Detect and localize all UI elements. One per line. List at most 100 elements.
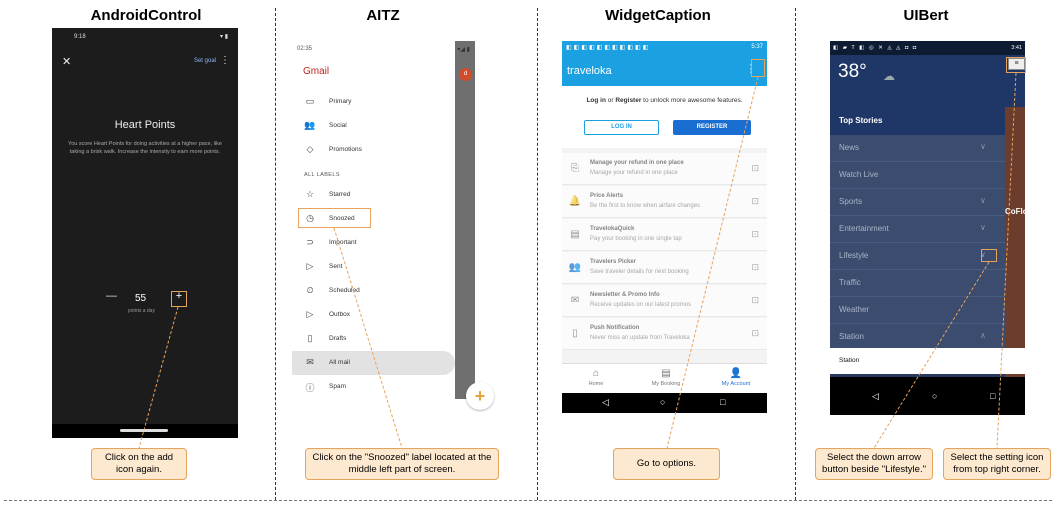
column-title-widgetcaption: WidgetCaption bbox=[605, 7, 711, 24]
drawer-item-important[interactable]: ⊃ Important bbox=[292, 231, 455, 255]
important-icon: ⊃ bbox=[306, 237, 314, 247]
tab-label: Home bbox=[588, 381, 604, 387]
instruction-callout: Click on the "Snoozed" label located at … bbox=[305, 448, 499, 480]
drawer-item-primary[interactable]: ▭ Primary bbox=[292, 90, 455, 114]
set-goal-button[interactable]: Set goal bbox=[194, 58, 216, 64]
booking-icon: ▤ bbox=[661, 368, 671, 379]
menu-item-station[interactable]: Station ∧ bbox=[830, 324, 1005, 351]
mail-icon: ✉ bbox=[306, 357, 314, 367]
instruction-callout-right: Select the setting icon from top right c… bbox=[943, 448, 1051, 480]
drawer-item-outbox[interactable]: ▷ Outbox bbox=[292, 303, 455, 327]
androidcontrol-screenshot: 9:18 ▾ ▮ ✕ Set goal ⋮ Heart Points You s… bbox=[52, 28, 238, 438]
login-link[interactable]: Log in bbox=[586, 97, 606, 104]
menu-item-label: Entertainment bbox=[839, 224, 889, 233]
drawer-item-all-mail[interactable]: ✉ All mail bbox=[292, 351, 455, 375]
more-options-icon[interactable]: ⋮ bbox=[220, 55, 230, 66]
drawer-item-starred[interactable]: ☆ Starred bbox=[292, 183, 455, 207]
mail-icon: ✉ bbox=[570, 295, 580, 306]
recents-icon[interactable]: □ bbox=[720, 397, 725, 407]
login-button[interactable]: LOG IN bbox=[584, 120, 659, 135]
menu-section-top-stories[interactable]: Top Stories bbox=[830, 107, 1005, 135]
widgetcaption-screenshot: ◧◧◧◧◧◧◧◧◧◧◧ 5:37 traveloka ⋮ Log in or R… bbox=[562, 41, 767, 413]
status-bar: ◧◧◧◧◧◧◧◧◧◧◧ 5:37 bbox=[562, 41, 767, 55]
row-subtitle: Manage your refund in one place bbox=[590, 170, 678, 176]
lock-icon: ⊡ bbox=[751, 295, 759, 305]
submenu-item-station[interactable]: Station bbox=[830, 348, 1025, 374]
menu-item-lifestyle[interactable]: Lifestyle ∨ bbox=[830, 243, 1005, 270]
menu-item-sports[interactable]: Sports ∨ bbox=[830, 189, 1005, 216]
drawer-item-label: Sent bbox=[329, 263, 343, 270]
avatar[interactable]: d bbox=[459, 68, 472, 81]
app-logo: traveloka bbox=[567, 65, 612, 77]
home-icon[interactable]: ○ bbox=[660, 397, 665, 407]
list-item[interactable]: 👥 Travelers Picker Save traveler details… bbox=[562, 252, 767, 284]
list-item[interactable]: ▤ TravelokaQuick Pay your booking in one… bbox=[562, 219, 767, 251]
bell-icon: 🔔 bbox=[568, 196, 582, 207]
lock-icon: ⊡ bbox=[751, 229, 759, 239]
add-icon-highlight bbox=[171, 291, 187, 307]
register-button[interactable]: REGISTER bbox=[673, 120, 751, 135]
drawer-item-social[interactable]: 👥 Social bbox=[292, 114, 455, 138]
drawer-item-promotions[interactable]: ◇ Promotions bbox=[292, 138, 455, 162]
heart-points-value: 55 bbox=[135, 293, 147, 304]
back-icon[interactable]: ◁ bbox=[602, 397, 609, 408]
row-title: Push Notification bbox=[590, 325, 640, 331]
list-item[interactable]: ▯ Push Notification Never miss an update… bbox=[562, 318, 767, 350]
recents-icon[interactable]: □ bbox=[990, 391, 995, 401]
drawer-item-drafts[interactable]: ▯ Drafts bbox=[292, 327, 455, 351]
drawer-item-label: Scheduled bbox=[329, 287, 360, 294]
chevron-down-icon[interactable]: ∨ bbox=[980, 196, 986, 205]
drawer-item-spam[interactable]: ⓘ Spam bbox=[292, 375, 455, 399]
login-card: Log in or Register to unlock more awesom… bbox=[562, 86, 767, 148]
page-title: Heart Points bbox=[114, 119, 176, 131]
bottom-tab-bar: ⌂ Home ▤ My Booking 👤 My Account bbox=[562, 363, 767, 393]
minus-icon[interactable]: — bbox=[106, 290, 117, 302]
register-link[interactable]: Register bbox=[615, 97, 641, 104]
column-divider bbox=[275, 8, 276, 500]
close-icon[interactable]: ✕ bbox=[62, 55, 71, 68]
refund-icon: ⎘ bbox=[571, 163, 579, 174]
chevron-up-icon[interactable]: ∧ bbox=[980, 331, 986, 340]
home-icon[interactable]: ○ bbox=[932, 391, 937, 401]
status-icons: ▾ ▮ bbox=[220, 34, 228, 40]
temperature: 38° bbox=[838, 61, 867, 82]
row-title: Manage your refund in one place bbox=[590, 160, 684, 166]
column-title-aitz: AITZ bbox=[366, 7, 400, 24]
row-subtitle: Never miss an update from Traveloka bbox=[590, 335, 690, 341]
menu-item-label: Weather bbox=[839, 305, 870, 314]
drawer-item-label: All mail bbox=[329, 359, 350, 366]
drawer-item-label: Outbox bbox=[329, 311, 350, 318]
tab-my-booking[interactable]: ▤ My Booking bbox=[636, 366, 696, 387]
chevron-down-icon[interactable]: ∨ bbox=[980, 223, 986, 232]
home-gesture-bar[interactable] bbox=[120, 429, 168, 432]
menu-icon-highlight bbox=[1006, 57, 1026, 73]
status-time: 9:18 bbox=[74, 34, 86, 40]
menu-item-label: Traffic bbox=[839, 278, 861, 287]
drawer-item-label: Spam bbox=[329, 383, 346, 390]
list-item[interactable]: ✉ Newsletter & Promo Info Receive update… bbox=[562, 285, 767, 317]
menu-item-traffic[interactable]: Traffic bbox=[830, 270, 1005, 297]
drawer-item-label: Starred bbox=[329, 191, 351, 198]
column-divider bbox=[537, 8, 538, 500]
app-title: Gmail bbox=[303, 66, 330, 77]
drawer-item-label: Social bbox=[329, 122, 347, 129]
drawer-item-sent[interactable]: ▷ Sent bbox=[292, 255, 455, 279]
menu-item-watch-live[interactable]: Watch Live bbox=[830, 162, 1005, 189]
tab-home[interactable]: ⌂ Home bbox=[566, 366, 626, 387]
list-item[interactable]: 🔔 Price Alerts Be the first to know when… bbox=[562, 186, 767, 218]
back-icon[interactable]: ◁ bbox=[872, 391, 879, 402]
menu-item-news[interactable]: News ∨ bbox=[830, 135, 1005, 162]
row-title: Newsletter & Promo Info bbox=[590, 292, 660, 298]
compose-button[interactable]: + bbox=[466, 382, 494, 410]
submenu-item-label: Station bbox=[839, 357, 860, 364]
people-icon: 👥 bbox=[568, 262, 582, 273]
menu-item-entertainment[interactable]: Entertainment ∨ bbox=[830, 216, 1005, 243]
tab-my-account[interactable]: 👤 My Account bbox=[706, 366, 766, 387]
menu-item-label: Station bbox=[839, 332, 864, 341]
chevron-down-icon[interactable]: ∨ bbox=[980, 142, 986, 151]
drawer-item-scheduled[interactable]: ⏲ Scheduled bbox=[292, 279, 455, 303]
list-item[interactable]: ⎘ Manage your refund in one place Manage… bbox=[562, 153, 767, 185]
menu-item-weather[interactable]: Weather bbox=[830, 297, 1005, 324]
weather-header: 38° ☁ bbox=[830, 55, 1025, 107]
snoozed-highlight bbox=[298, 208, 371, 228]
